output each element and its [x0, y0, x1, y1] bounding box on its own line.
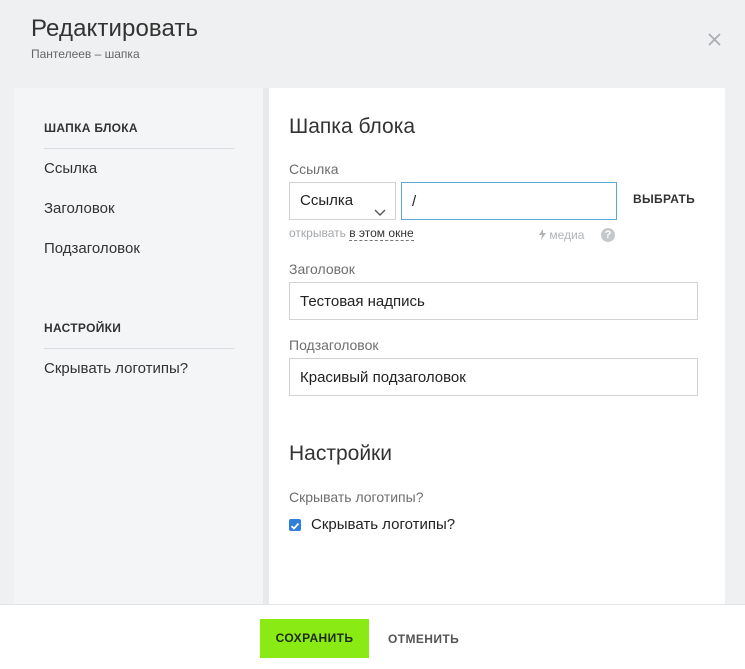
open-in-window-link[interactable]: в этом окне	[349, 226, 414, 241]
hide-logos-checkbox-label[interactable]: Скрывать логотипы?	[311, 516, 455, 533]
subheading-input[interactable]	[289, 358, 698, 396]
lightning-icon	[539, 228, 549, 242]
heading-label: Заголовок	[289, 261, 355, 277]
sidebar-item-subheading[interactable]: Подзаголовок	[44, 229, 234, 269]
sidebar-item-link[interactable]: Ссылка	[44, 149, 234, 189]
save-button[interactable]: СОХРАНИТЬ	[260, 619, 369, 658]
dialog-footer: СОХРАНИТЬ ОТМЕНИТЬ	[0, 604, 745, 669]
sidebar-item-heading[interactable]: Заголовок	[44, 189, 234, 229]
link-open-hint-prefix: открывать	[289, 226, 346, 240]
sidebar-heading-header-block: ШАПКА БЛОКА	[44, 121, 234, 149]
edit-dialog: Редактировать Пантелеев – шапка ШАПКА БЛ…	[0, 0, 745, 669]
main-panel: Шапка блока Ссылка Ссылка ВЫБРАТЬ открыв…	[269, 88, 725, 604]
link-open-hint: открывать в этом окне	[289, 226, 414, 241]
link-label: Ссылка	[289, 161, 339, 177]
sidebar-section-settings: НАСТРОЙКИ Скрывать логотипы?	[44, 321, 234, 389]
dialog-body: ШАПКА БЛОКА Ссылка Заголовок Подзаголово…	[14, 88, 725, 604]
hide-logos-checkbox[interactable]	[289, 519, 301, 531]
choose-button[interactable]: ВЫБРАТЬ	[633, 192, 695, 206]
dialog-header: Редактировать Пантелеев – шапка	[0, 0, 745, 88]
media-link[interactable]: медиа	[539, 228, 584, 242]
heading-input[interactable]	[289, 282, 698, 320]
subheading-label: Подзаголовок	[289, 337, 379, 353]
link-url-input[interactable]	[401, 182, 617, 220]
section-title-header-block: Шапка блока	[289, 115, 416, 138]
help-icon[interactable]: ?	[601, 228, 615, 242]
sidebar-heading-settings: НАСТРОЙКИ	[44, 321, 234, 349]
sidebar-item-hide-logos[interactable]: Скрывать логотипы?	[44, 349, 234, 389]
dialog-title: Редактировать	[31, 15, 199, 42]
dialog-subtitle: Пантелеев – шапка	[31, 47, 140, 61]
cancel-button[interactable]: ОТМЕНИТЬ	[388, 632, 459, 646]
section-title-settings: Настройки	[289, 442, 392, 465]
close-icon[interactable]	[702, 26, 728, 52]
sidebar-section-header-block: ШАПКА БЛОКА Ссылка Заголовок Подзаголово…	[44, 121, 234, 269]
media-label: медиа	[549, 228, 585, 242]
hide-logos-label: Скрывать логотипы?	[289, 489, 424, 505]
link-type-select[interactable]: Ссылка	[289, 182, 396, 220]
link-type-select-value: Ссылка	[300, 192, 354, 209]
sidebar: ШАПКА БЛОКА Ссылка Заголовок Подзаголово…	[14, 88, 263, 604]
